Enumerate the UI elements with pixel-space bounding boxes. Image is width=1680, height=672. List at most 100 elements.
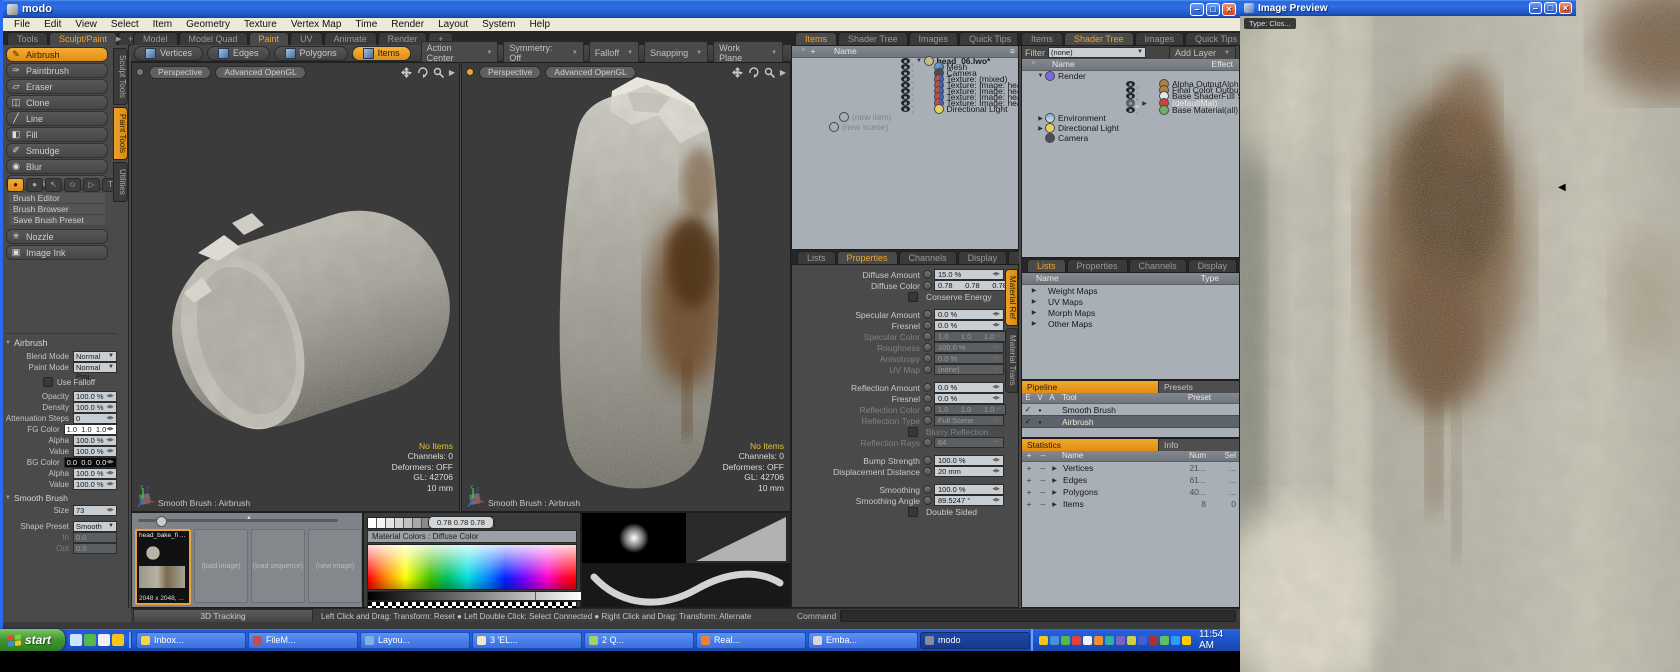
channel-knob-icon[interactable]	[923, 496, 932, 505]
property-field[interactable]: 64◀▶	[934, 437, 1004, 448]
property-field[interactable]: 1.0 1.0 1.0◀▶	[934, 404, 1006, 415]
menu-item[interactable]: Texture	[237, 18, 284, 31]
collapse-minus[interactable]: –	[1036, 499, 1050, 509]
paint-tool-button[interactable]: ✎ Airbrush	[6, 47, 108, 62]
property-field[interactable]: 89.5247 °◀▶	[934, 495, 1004, 506]
tray-icon[interactable]	[1171, 636, 1180, 645]
menu-item[interactable]: Vertex Map	[284, 18, 349, 31]
pipeline-row[interactable]: ✓ • Airbrush	[1022, 415, 1239, 428]
taskbar-window-button[interactable]: 3 'EL...	[472, 632, 582, 649]
selection-mode-button[interactable]: Edges	[207, 46, 270, 61]
col-v[interactable]: V	[1034, 393, 1046, 403]
col-sel[interactable]: Sel	[1212, 451, 1239, 461]
items-panel-tab[interactable]: Shader Tree	[838, 32, 908, 45]
property-field[interactable]: 100.0 %◀▶	[934, 484, 1004, 495]
orbit-icon[interactable]	[748, 67, 759, 78]
tray-icon[interactable]	[1105, 636, 1114, 645]
gray-swatch[interactable]	[395, 518, 404, 528]
workspace-tab[interactable]: Tools	[7, 32, 48, 45]
col-e[interactable]: E	[1022, 393, 1034, 403]
items-panel-tab[interactable]: Images	[909, 32, 959, 45]
menu-item[interactable]: Select	[104, 18, 146, 31]
channel-knob-icon[interactable]	[923, 281, 932, 290]
stepper-icon[interactable]: ◀▶	[992, 467, 1000, 476]
sidebar-param-field[interactable]: 100.0 %◀▶	[73, 479, 117, 490]
channel-knob-icon[interactable]	[923, 365, 932, 374]
filter-dropdown[interactable]: (none)▼	[1048, 47, 1146, 58]
tray-icon[interactable]	[1116, 636, 1125, 645]
viewport-active-dot[interactable]	[136, 68, 144, 76]
property-field[interactable]: (none)◀▶	[934, 364, 1004, 375]
layout-tab[interactable]: Model Quad	[179, 32, 248, 45]
property-field[interactable]: 0.0 %◀▶	[934, 393, 1004, 404]
image-thumbnail-selected[interactable]: head_bake_fi ... 2048 x 2048, ...	[135, 529, 191, 605]
visible-dot[interactable]: •	[1034, 417, 1046, 427]
stepper-icon[interactable]: ◀▶	[992, 394, 1000, 403]
viewport-type-button[interactable]: Perspective	[479, 66, 541, 79]
items-panel-tab[interactable]: Quick Tips	[959, 32, 1017, 45]
brush-link[interactable]: Brush Editor	[9, 193, 105, 204]
gray-swatch[interactable]	[386, 518, 395, 528]
col-tool[interactable]: Tool	[1058, 393, 1077, 403]
sidebar-param-field[interactable]: 1.0 1.0 1.0◀▶	[64, 424, 117, 435]
stepper-icon[interactable]: ◀▶	[106, 447, 114, 456]
item-row[interactable]: Directional Light	[901, 106, 910, 112]
paint-tool-button[interactable]: ✑ Paintbrush	[6, 63, 108, 78]
channel-knob-icon[interactable]	[923, 405, 932, 414]
property-field[interactable]: 100.0 %◀▶	[934, 342, 1004, 353]
tracking-mode-button[interactable]: 3D Tracking	[133, 609, 313, 623]
preview-edge-marker[interactable]: ◀	[1558, 182, 1566, 193]
quick-launch-icon[interactable]	[84, 634, 96, 646]
menu-item[interactable]: Time	[348, 18, 384, 31]
stepper-icon[interactable]: ◀▶	[106, 425, 114, 434]
sidebar-param-field[interactable]: 0.0	[73, 543, 117, 554]
tree-caret-icon[interactable]: ▶	[1022, 320, 1040, 327]
properties-tab[interactable]: Channels	[899, 251, 957, 264]
collapse-minus[interactable]: –	[1036, 475, 1050, 485]
material-vertical-tab[interactable]: Material Ref	[1005, 269, 1018, 326]
expand-plus[interactable]: +	[1022, 475, 1036, 485]
collapse-caret-icon[interactable]: ▼	[5, 495, 11, 501]
name-column-header[interactable]: Name	[820, 46, 857, 57]
stepper-icon[interactable]: ◀▶	[106, 414, 114, 423]
stepper-icon[interactable]: ◀▶	[106, 392, 114, 401]
menu-item[interactable]: Item	[146, 18, 179, 31]
ink-tool-button[interactable]: ✳ Nozzle	[6, 229, 108, 244]
layout-tab[interactable]: Model	[133, 32, 178, 45]
shader-panel-tab[interactable]: Images	[1135, 32, 1185, 45]
property-field[interactable]: 20 mm◀▶	[934, 466, 1004, 477]
brush-tip-button[interactable]: ▷	[83, 178, 100, 192]
tray-icon[interactable]	[1094, 636, 1103, 645]
stepper-icon[interactable]: ◀▶	[992, 343, 1000, 352]
selection-mode-button[interactable]: Items	[352, 46, 411, 61]
stepper-icon[interactable]: ◀▶	[992, 416, 1000, 425]
tray-icon[interactable]	[1050, 636, 1059, 645]
stepper-icon[interactable]: ◀▶	[992, 321, 1000, 330]
channel-knob-icon[interactable]	[923, 394, 932, 403]
brush-tip-button[interactable]: ●	[7, 178, 24, 192]
tab-scroll-arrow[interactable]: ▶	[116, 35, 121, 43]
item-row[interactable]: (new scene)	[792, 122, 1018, 132]
tree-caret-icon[interactable]: ▼	[915, 58, 924, 64]
channel-knob-icon[interactable]	[923, 416, 932, 425]
lists-tab[interactable]: Properties	[1067, 259, 1128, 272]
pipeline-row[interactable]: ✓ • Smooth Brush	[1022, 404, 1239, 415]
tree-caret-icon[interactable]: ▶	[1050, 489, 1059, 496]
viewport-active-dot[interactable]	[466, 68, 474, 76]
property-field[interactable]: 0.0 %◀▶	[934, 353, 1004, 364]
shader-row[interactable]: Base Material (all)	[1126, 107, 1135, 113]
tray-icon[interactable]	[1182, 636, 1191, 645]
collapse-minus[interactable]: –	[1036, 463, 1050, 473]
close-button[interactable]: ×	[1559, 2, 1572, 14]
sidebar-vertical-tab[interactable]: Paint Tools	[113, 107, 128, 160]
maps-row[interactable]: ▶ Other Maps	[1022, 318, 1239, 329]
collapse-caret-icon[interactable]: ▼	[5, 340, 11, 346]
tree-caret-icon[interactable]: ▶	[1022, 298, 1040, 305]
stepper-icon[interactable]: ◀▶	[106, 469, 114, 478]
tree-caret-icon[interactable]: ▶	[1050, 501, 1059, 508]
viewport-left[interactable]: Perspective Advanced OpenGL ▶ No Items C…	[131, 62, 460, 512]
color-value-readout[interactable]: 0.78 0.78 0.78	[428, 516, 494, 529]
value-marker[interactable]	[535, 592, 536, 600]
stepper-icon[interactable]: ◀▶	[106, 506, 114, 515]
gray-swatch[interactable]	[368, 518, 377, 528]
